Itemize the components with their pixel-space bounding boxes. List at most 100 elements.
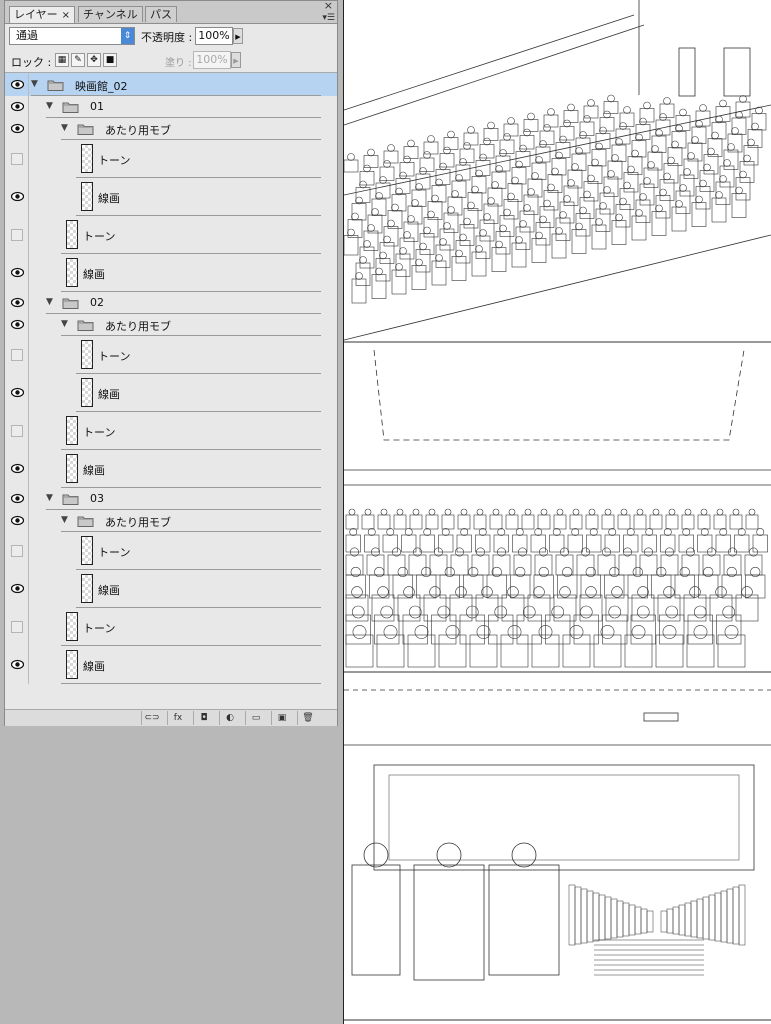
disclosure-triangle-icon[interactable]: ▼ — [46, 493, 53, 503]
disclosure-triangle-icon[interactable]: ▼ — [61, 319, 68, 329]
visibility-toggle[interactable] — [11, 545, 23, 557]
eye-icon[interactable] — [11, 101, 24, 112]
adjustment-icon[interactable]: ◐ — [219, 711, 240, 725]
visibility-column — [7, 73, 29, 96]
layer-name: 線画 — [83, 268, 105, 281]
eye-icon[interactable] — [11, 319, 24, 330]
eye-icon[interactable] — [11, 515, 24, 526]
lock-image-icon[interactable]: ✎ — [71, 53, 85, 67]
visibility-toggle[interactable] — [11, 425, 23, 437]
layer-row[interactable]: トーン — [5, 216, 337, 254]
layer-group-row[interactable]: ▼ あたり用モブ — [5, 314, 337, 336]
layer-name: 01 — [90, 100, 104, 113]
layer-row[interactable]: 線画 — [5, 646, 337, 684]
fill-input[interactable]: 100% — [193, 51, 231, 69]
lock-position-icon[interactable]: ✥ — [87, 53, 101, 67]
layer-name: トーン — [83, 426, 116, 439]
new-group-icon[interactable]: ▭ — [245, 711, 266, 725]
tab-layers[interactable]: レイヤー × — [9, 6, 76, 23]
layer-row[interactable]: 線画 — [5, 450, 337, 488]
visibility-toggle[interactable] — [11, 621, 23, 633]
visibility-column — [7, 140, 29, 178]
layer-group-row[interactable]: ▼ 映画館_02 — [5, 73, 337, 96]
blend-mode-select[interactable]: 通過 ⇕ — [9, 27, 135, 45]
lock-all-icon[interactable]: ■ — [103, 53, 117, 67]
tab-paths[interactable]: パス — [145, 6, 177, 22]
visibility-toggle[interactable] — [11, 229, 23, 241]
layer-group-row[interactable]: ▼ 02 — [5, 292, 337, 314]
layer-name: トーン — [98, 546, 131, 559]
layer-name: トーン — [98, 350, 131, 363]
fill-slider-arrow-icon[interactable]: ▶ — [231, 52, 241, 68]
disclosure-triangle-icon[interactable]: ▼ — [61, 515, 68, 525]
layer-thumbnail — [81, 182, 93, 211]
disclosure-triangle-icon[interactable]: ▼ — [31, 79, 38, 89]
document-canvas[interactable] — [343, 0, 771, 1024]
layer-group-row[interactable]: ▼ 03 — [5, 488, 337, 510]
layer-name: トーン — [98, 154, 131, 167]
disclosure-triangle-icon[interactable]: ▼ — [61, 123, 68, 133]
row-divider — [61, 683, 321, 684]
fill-label: 塗り : — [165, 58, 192, 69]
opacity-slider-arrow-icon[interactable]: ▶ — [233, 28, 243, 44]
panel-bottom-bar: ⊂⊃ fx ◘ ◐ ▭ ▣ 🗑 — [5, 709, 337, 726]
lock-transparency-icon[interactable]: ▦ — [55, 53, 69, 67]
visibility-toggle[interactable] — [11, 349, 23, 361]
eye-icon[interactable] — [11, 297, 24, 308]
layer-thumbnail — [66, 220, 78, 249]
eye-icon[interactable] — [11, 387, 24, 398]
mask-icon[interactable]: ◘ — [193, 711, 214, 725]
layer-group-row[interactable]: ▼ 01 — [5, 96, 337, 118]
disclosure-triangle-icon[interactable]: ▼ — [46, 297, 53, 307]
door — [723, 47, 751, 97]
tab-close-icon[interactable]: × — [62, 10, 70, 21]
layer-name: 線画 — [98, 584, 120, 597]
layer-name: 線画 — [98, 388, 120, 401]
opacity-input[interactable]: 100% — [195, 27, 233, 45]
eye-icon[interactable] — [11, 79, 24, 90]
tab-channels[interactable]: チャンネル — [78, 6, 143, 22]
eye-icon[interactable] — [11, 493, 24, 504]
visibility-column — [7, 118, 29, 140]
layer-thumbnail — [81, 574, 93, 603]
tab-channels-label: チャンネル — [83, 8, 138, 21]
new-layer-icon[interactable]: ▣ — [271, 711, 292, 725]
link-icon[interactable]: ⊂⊃ — [141, 711, 162, 725]
folder-icon — [77, 319, 94, 331]
layer-row[interactable]: トーン — [5, 608, 337, 646]
layer-name: あたり用モブ — [105, 320, 171, 333]
eye-icon[interactable] — [11, 267, 24, 278]
layer-name: トーン — [83, 230, 116, 243]
visibility-column — [7, 292, 29, 314]
visibility-toggle[interactable] — [11, 153, 23, 165]
layer-row[interactable]: 線画 — [5, 570, 337, 608]
layers-panel: レイヤー × チャンネル パス × ▾☰ 通過 ⇕ 不透明度 : 100% ▶ ロ… — [4, 0, 338, 726]
layer-row[interactable]: トーン — [5, 336, 337, 374]
layer-row[interactable]: トーン — [5, 412, 337, 450]
trash-icon[interactable]: 🗑 — [297, 711, 318, 725]
door — [678, 47, 696, 97]
layer-row[interactable]: トーン — [5, 532, 337, 570]
eye-icon[interactable] — [11, 191, 24, 202]
ceiling-vent — [643, 712, 679, 722]
layer-row[interactable]: トーン — [5, 140, 337, 178]
layer-group-row[interactable]: ▼ あたり用モブ — [5, 118, 337, 140]
disclosure-triangle-icon[interactable]: ▼ — [46, 101, 53, 111]
seat-back — [413, 864, 485, 981]
layer-group-row[interactable]: ▼ あたり用モブ — [5, 510, 337, 532]
eye-icon[interactable] — [11, 659, 24, 670]
visibility-column — [7, 216, 29, 254]
layer-row[interactable]: 線画 — [5, 254, 337, 292]
layer-thumbnail — [81, 536, 93, 565]
eye-icon[interactable] — [11, 583, 24, 594]
visibility-column — [7, 96, 29, 118]
layer-row[interactable]: 線画 — [5, 178, 337, 216]
eye-icon[interactable] — [11, 463, 24, 474]
layer-row[interactable]: 線画 — [5, 374, 337, 412]
fx-icon[interactable]: fx — [167, 711, 188, 725]
visibility-column — [7, 254, 29, 292]
visibility-column — [7, 532, 29, 570]
eye-icon[interactable] — [11, 123, 24, 134]
panel-close-icon[interactable]: × — [324, 0, 333, 12]
panel-menu-icon[interactable]: ▾☰ — [322, 13, 335, 23]
